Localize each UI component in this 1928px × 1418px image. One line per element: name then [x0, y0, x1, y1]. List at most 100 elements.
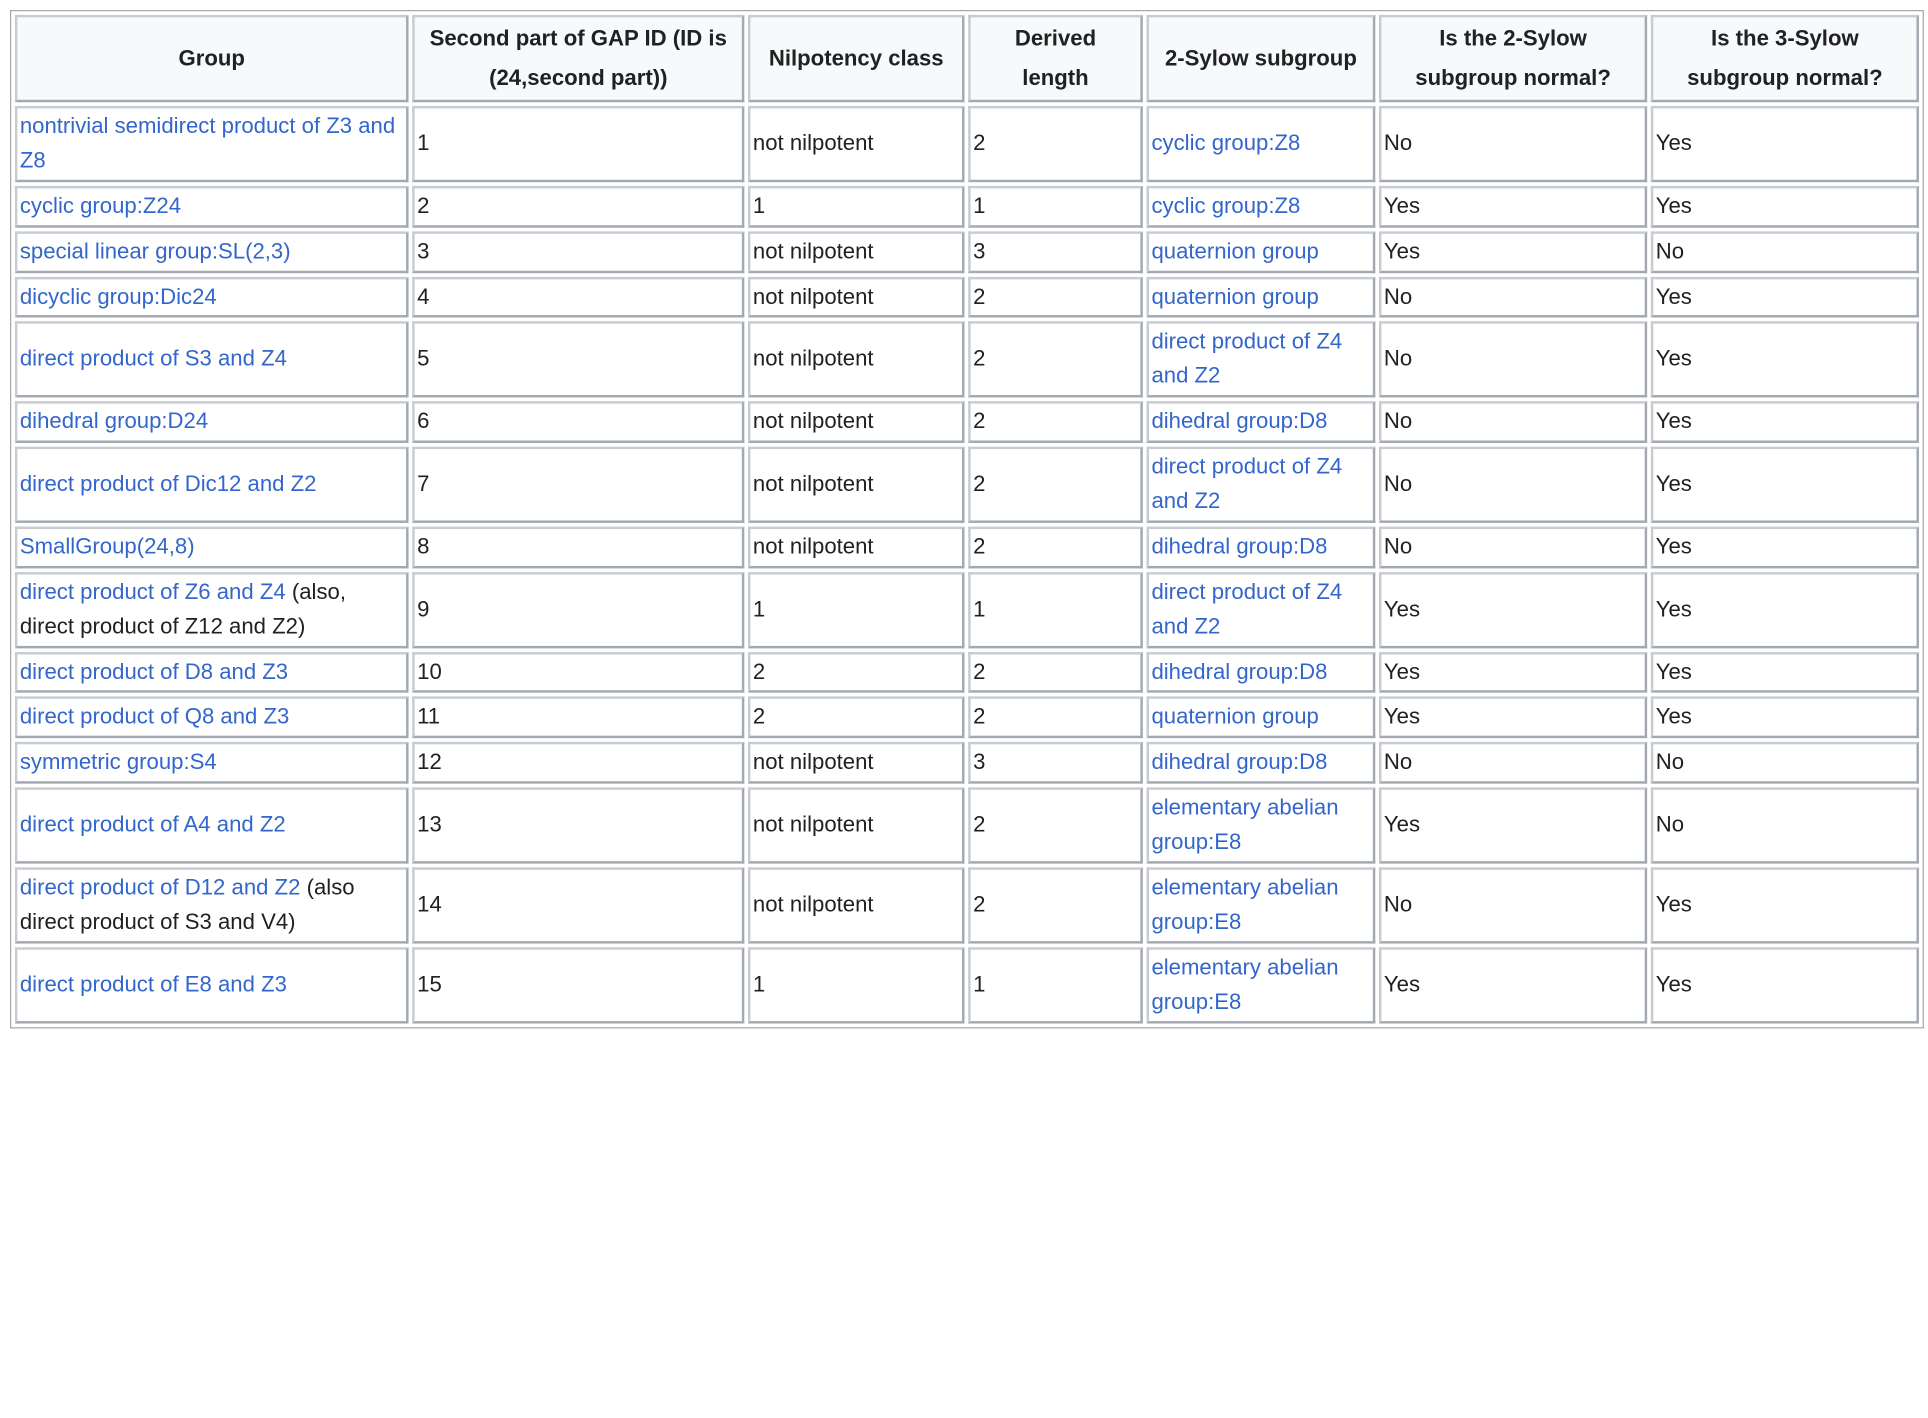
sylow2-normal-value: Yes	[1383, 704, 1421, 729]
nilpotency-class-value: not nilpotent	[752, 471, 874, 496]
header-nilpotency-class[interactable]: Nilpotency class	[748, 14, 965, 103]
group-link[interactable]: direct product of A4 and Z2	[20, 812, 286, 837]
sylow2-subgroup-link[interactable]: dihedral group:D8	[1151, 750, 1327, 775]
sylow2-subgroup-cell: dihedral group:D8	[1146, 526, 1376, 569]
nilpotency-class-cell: not nilpotent	[748, 742, 965, 784]
sylow2-subgroup-cell: quaternion group	[1146, 230, 1376, 273]
group-link[interactable]: direct product of E8 and Z3	[20, 972, 287, 997]
sylow2-normal-cell: Yes	[1378, 947, 1648, 1024]
derived-length-cell: 2	[968, 105, 1143, 182]
group-link[interactable]: special linear group:SL(2,3)	[20, 238, 291, 263]
sylow2-subgroup-link[interactable]: cyclic group:Z8	[1151, 193, 1300, 218]
sylow2-subgroup-link[interactable]: quaternion group	[1151, 284, 1318, 309]
group-link[interactable]: SmallGroup(24,8)	[20, 534, 195, 559]
gap-id-value: 11	[417, 704, 441, 729]
sylow2-subgroup-cell: direct product of Z4 and Z2	[1146, 446, 1376, 523]
sylow2-subgroup-link[interactable]: elementary abelian group:E8	[1151, 954, 1338, 1013]
sylow3-normal-value: Yes	[1655, 704, 1692, 729]
sylow3-normal-value: Yes	[1655, 596, 1692, 621]
group-cell: direct product of S3 and Z4	[14, 321, 409, 398]
sylow3-normal-value: Yes	[1655, 971, 1692, 997]
derived-length-value: 2	[973, 408, 986, 434]
group-cell: nontrivial semidirect product of Z3 and …	[14, 105, 409, 182]
sylow2-subgroup-link[interactable]: dihedral group:D8	[1151, 659, 1327, 684]
sylow2-subgroup-link[interactable]: elementary abelian group:E8	[1151, 875, 1338, 934]
group-cell: cyclic group:Z24	[14, 185, 409, 228]
group-link[interactable]: symmetric group:S4	[20, 750, 217, 775]
table-row: nontrivial semidirect product of Z3 and …	[14, 105, 1919, 182]
sylow2-normal-value: No	[1383, 471, 1413, 496]
sylow2-subgroup-link[interactable]: quaternion group	[1151, 704, 1318, 729]
nilpotency-class-cell: not nilpotent	[748, 446, 965, 523]
group-link[interactable]: direct product of S3 and Z4	[20, 346, 287, 371]
sylow2-subgroup-cell: dihedral group:D8	[1146, 401, 1376, 444]
sylow2-subgroup-link[interactable]: dihedral group:D8	[1151, 534, 1327, 559]
sylow2-subgroup-link[interactable]: direct product of Z4 and Z2	[1151, 329, 1342, 388]
derived-length-cell: 1	[968, 947, 1143, 1024]
derived-length-value: 2	[973, 891, 986, 917]
sylow2-subgroup-cell: direct product of Z4 and Z2	[1146, 571, 1376, 648]
sylow2-normal-value: Yes	[1383, 812, 1421, 837]
sylow2-normal-value: No	[1383, 533, 1413, 559]
sylow2-normal-cell: No	[1378, 105, 1648, 182]
nilpotency-class-value: not nilpotent	[752, 130, 874, 156]
sylow2-normal-value: No	[1383, 891, 1413, 917]
sylow3-normal-value: Yes	[1655, 408, 1692, 434]
nilpotency-class-value: 2	[752, 658, 766, 684]
sylow2-subgroup-link[interactable]: dihedral group:D8	[1151, 409, 1327, 434]
sylow3-normal-value: No	[1655, 812, 1685, 837]
table-row: direct product of Dic12 and Z2 7 not nilpo…	[14, 446, 1919, 523]
sylow3-normal-cell: No	[1650, 742, 1919, 784]
sylow2-subgroup-link[interactable]: elementary abelian group:E8	[1151, 795, 1338, 854]
sylow2-normal-value: No	[1383, 749, 1413, 775]
sylow3-normal-cell: Yes	[1650, 401, 1919, 444]
derived-length-value: 1	[973, 971, 986, 997]
table-row: SmallGroup(24,8) 8 not nilpotent 2 dihedral …	[14, 526, 1919, 569]
header-3-sylow-normal[interactable]: Is the 3-Sylow subgroup normal?	[1650, 14, 1919, 103]
nilpotency-class-value: not nilpotent	[752, 346, 874, 371]
gap-id-cell: 10	[412, 651, 745, 694]
group-link[interactable]: direct product of Z6 and Z4	[20, 579, 286, 604]
nilpotency-class-value: not nilpotent	[752, 533, 874, 559]
group-link[interactable]: direct product of D12 and Z2	[20, 875, 301, 900]
sylow3-normal-cell: Yes	[1650, 276, 1919, 319]
sylow2-normal-value: Yes	[1383, 193, 1421, 218]
table-row: direct product of Q8 and Z3 11 2 2 quaternio…	[14, 696, 1919, 739]
sylow3-normal-value: Yes	[1655, 283, 1692, 309]
group-link[interactable]: dicyclic group:Dic24	[20, 284, 217, 309]
table-row: dicyclic group:Dic24 4 not nilpotent 2 quate…	[14, 276, 1919, 319]
gap-id-value: 7	[417, 471, 430, 496]
nilpotency-class-value: not nilpotent	[752, 891, 874, 917]
group-link[interactable]: dihedral group:D24	[20, 409, 208, 434]
sylow3-normal-cell: No	[1650, 230, 1919, 273]
header-gap-id[interactable]: Second part of GAP ID (ID is (24,second …	[412, 14, 745, 103]
nilpotency-class-cell: not nilpotent	[748, 787, 965, 864]
nilpotency-class-value: 1	[752, 596, 766, 621]
sylow2-subgroup-link[interactable]: direct product of Z4 and Z2	[1151, 579, 1342, 638]
sylow2-normal-cell: No	[1378, 526, 1648, 569]
group-link[interactable]: cyclic group:Z24	[20, 193, 181, 218]
header-2-sylow-normal[interactable]: Is the 2-Sylow subgroup normal?	[1378, 14, 1648, 103]
derived-length-value: 2	[973, 533, 986, 559]
sylow2-normal-value: Yes	[1383, 238, 1421, 263]
derived-length-cell: 2	[968, 276, 1143, 319]
nilpotency-class-cell: 1	[748, 947, 965, 1024]
sylow2-subgroup-link[interactable]: cyclic group:Z8	[1151, 130, 1300, 155]
group-cell: direct product of Dic12 and Z2	[14, 446, 409, 523]
gap-id-value: 10	[417, 658, 442, 684]
table-row: cyclic group:Z24 2 1 1 cyclic group:Z8 Yes Yes	[14, 185, 1919, 228]
group-link[interactable]: direct product of Q8 and Z3	[20, 704, 290, 729]
sylow3-normal-cell: Yes	[1650, 947, 1919, 1024]
group-link[interactable]: nontrivial semidirect product of Z3 and …	[20, 113, 395, 172]
sylow2-subgroup-cell: elementary abelian group:E8	[1146, 787, 1376, 864]
group-cell: direct product of A4 and Z2	[14, 787, 409, 864]
header-2-sylow-subgroup[interactable]: 2-Sylow subgroup	[1146, 14, 1376, 103]
nilpotency-class-value: 1	[752, 193, 766, 218]
group-link[interactable]: direct product of D8 and Z3	[20, 659, 288, 684]
header-derived-length[interactable]: Derived length	[968, 14, 1143, 103]
sylow2-subgroup-link[interactable]: quaternion group	[1151, 238, 1318, 263]
sylow2-normal-cell: Yes	[1378, 571, 1648, 648]
group-link[interactable]: direct product of Dic12 and Z2	[20, 471, 317, 496]
header-group[interactable]: Group	[14, 14, 409, 103]
sylow2-subgroup-link[interactable]: direct product of Z4 and Z2	[1151, 454, 1342, 513]
